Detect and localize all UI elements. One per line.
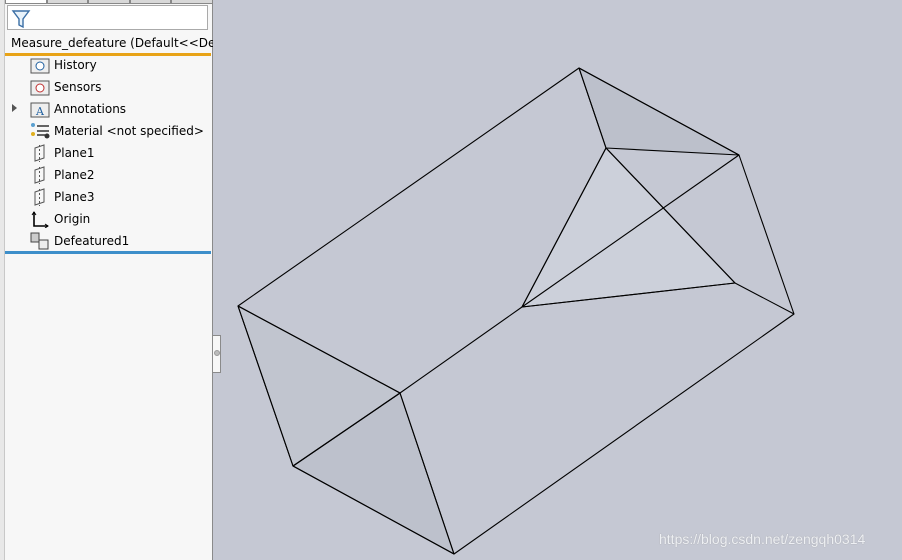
tab-feature-tree[interactable] xyxy=(5,0,47,4)
panel-edge xyxy=(0,0,5,560)
item-label: Defeatured1 xyxy=(54,234,130,248)
tree-filter-input[interactable] xyxy=(7,5,208,30)
handle-grip-icon xyxy=(214,350,220,356)
tab-property[interactable] xyxy=(46,0,89,4)
tree-root-part[interactable]: Measure_defeature (Default<<Default>_Dis… xyxy=(8,33,213,53)
tree-item-origin[interactable]: Origin xyxy=(30,209,90,229)
tab-display[interactable] xyxy=(171,0,213,4)
tree-item-plane2[interactable]: Plane2 xyxy=(30,165,95,185)
item-label: Plane2 xyxy=(54,168,95,182)
material-icon xyxy=(31,123,50,139)
defeature-icon xyxy=(30,232,49,250)
history-folder-icon xyxy=(30,58,50,74)
expand-annotations-arrow[interactable] xyxy=(12,104,17,112)
tree-item-plane1[interactable]: Plane1 xyxy=(30,143,95,163)
sensors-folder-icon xyxy=(30,80,50,96)
item-label: Material <not specified> xyxy=(54,124,204,138)
item-label: History xyxy=(54,58,97,72)
root-label: Measure_defeature (Default<<Default>_Dis… xyxy=(11,36,213,50)
item-label: Plane3 xyxy=(54,190,95,204)
svg-text:A: A xyxy=(35,105,45,118)
model-edge xyxy=(399,306,523,394)
tree-item-defeatured1[interactable]: Defeatured1 xyxy=(30,231,129,251)
tree-item-plane3[interactable]: Plane3 xyxy=(30,187,95,207)
plane-icon xyxy=(34,188,45,206)
origin-icon xyxy=(31,211,49,228)
plane-icon xyxy=(34,144,45,162)
tree-item-sensors[interactable]: Sensors xyxy=(30,77,101,97)
feature-manager-panel: Measure_defeature (Default<<Default>_Dis… xyxy=(0,0,213,560)
plane-icon xyxy=(34,166,45,184)
tree-item-material[interactable]: Material <not specified> xyxy=(30,121,204,141)
annotations-folder-icon: A xyxy=(30,102,50,118)
panel-collapse-handle[interactable] xyxy=(213,335,221,373)
item-label: Sensors xyxy=(54,80,102,94)
watermark: https://blog.csdn.net/zengqh0314 xyxy=(659,531,866,547)
rollback-bar[interactable] xyxy=(5,251,211,254)
tree-item-annotations[interactable]: A Annotations xyxy=(30,99,126,119)
filter-icon xyxy=(11,10,31,29)
item-label: Origin xyxy=(54,212,91,226)
item-label: Annotations xyxy=(54,102,127,116)
tree-item-history[interactable]: History xyxy=(30,55,97,75)
panel-tabs[interactable] xyxy=(5,0,213,4)
tab-config[interactable] xyxy=(88,0,130,4)
item-label: Plane1 xyxy=(54,146,95,160)
tab-dim[interactable] xyxy=(129,0,172,4)
